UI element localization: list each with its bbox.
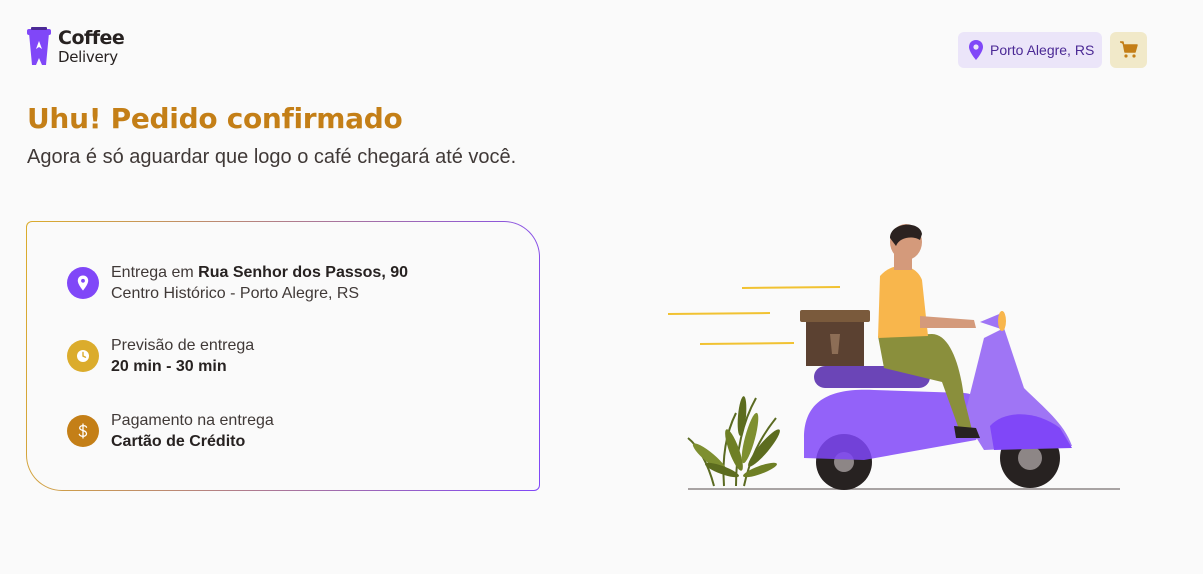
delivery-address-text: Entrega em Rua Senhor dos Passos, 90 Cen…: [111, 262, 408, 304]
address-prefix: Entrega em: [111, 264, 199, 281]
shopping-cart-icon: [1119, 41, 1138, 58]
page-subtitle: Agora é só aguardar que logo o café cheg…: [27, 146, 517, 168]
delivery-time-label: Previsão de entrega: [111, 337, 255, 354]
currency-dollar-icon: [67, 415, 99, 447]
clock-icon: [67, 340, 99, 372]
payment-text: Pagamento na entrega Cartão de Crédito: [111, 410, 274, 452]
location-badge[interactable]: Porto Alegre, RS: [958, 32, 1103, 68]
map-pin-icon: [969, 40, 983, 60]
address-street: Rua Senhor dos Passos, 90: [198, 264, 409, 281]
delivery-scooter-illustration: [667, 224, 1120, 490]
payment-item: Pagamento na entrega Cartão de Crédito: [67, 410, 274, 452]
delivery-time-value: 20 min - 30 min: [111, 358, 227, 375]
coffee-box-illustration: [800, 310, 870, 366]
address-district: Centro Histórico - Porto Alegre, RS: [111, 285, 360, 302]
coffee-cup-logo-icon: [27, 27, 51, 65]
payment-label: Pagamento na entrega: [111, 412, 274, 429]
logo-line1: Coffee: [58, 27, 125, 49]
map-pin-icon: [67, 267, 99, 299]
plant-illustration: [687, 396, 780, 487]
app-logo[interactable]: Coffee Delivery: [26, 27, 125, 67]
delivery-time-text: Previsão de entrega 20 min - 30 min: [111, 335, 254, 377]
cart-button[interactable]: [1110, 32, 1147, 68]
logo-text: Coffee Delivery: [58, 27, 125, 66]
page-title: Uhu! Pedido confirmado: [27, 102, 403, 135]
order-info-card: Entrega em Rua Senhor dos Passos, 90 Cen…: [26, 221, 540, 491]
location-label: Porto Alegre, RS: [990, 42, 1095, 58]
delivery-time-item: Previsão de entrega 20 min - 30 min: [67, 335, 254, 377]
logo-line2: Delivery: [58, 48, 118, 66]
payment-method: Cartão de Crédito: [111, 433, 246, 450]
delivery-address-item: Entrega em Rua Senhor dos Passos, 90 Cen…: [67, 262, 408, 304]
